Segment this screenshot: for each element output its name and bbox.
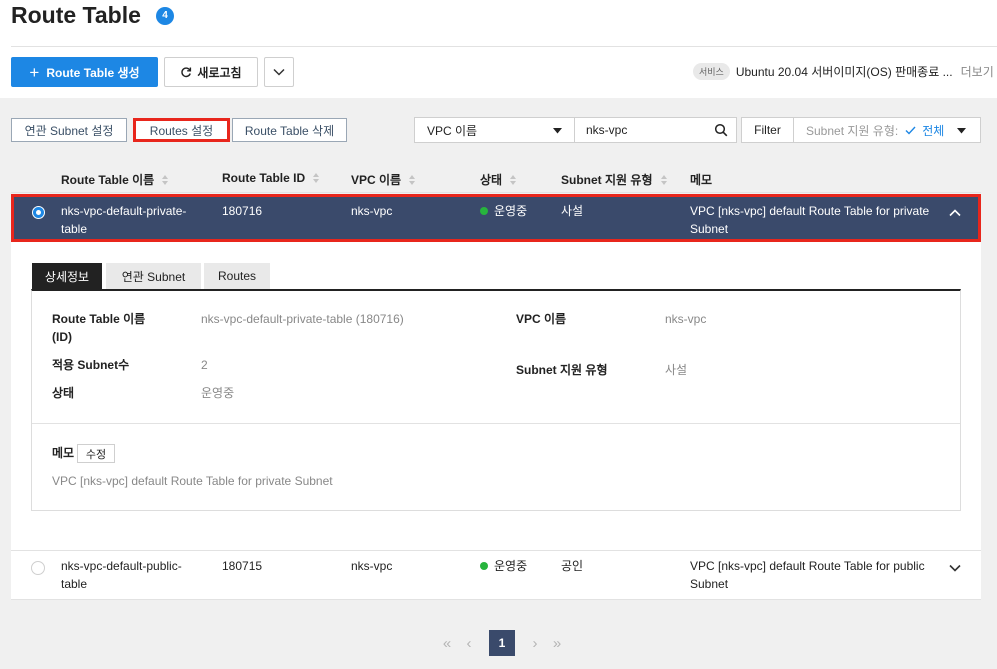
filter-type-label: Subnet 지원 유형: [806,123,899,138]
plus-icon: + [29,62,40,82]
tab-routes[interactable]: Routes [204,263,270,289]
service-notice[interactable]: 서비스 Ubuntu 20.04 서버이미지(OS) 판매종료 ... 더보기 [693,62,994,80]
next-page-icon[interactable]: › [524,635,546,652]
delete-route-table-button[interactable]: Route Table 삭제 [232,118,347,142]
tab-detail-info[interactable]: 상세정보 [32,263,102,289]
check-icon [905,126,916,135]
page-header: Route Table 4 + Route Table 생성 새로고침 서비스 … [0,0,997,98]
search-field-select[interactable]: VPC 이름 [414,117,575,143]
sort-icon [660,174,667,185]
row-subnet-type: 공인 [561,559,584,573]
sort-icon [162,174,169,185]
column-header-vpc[interactable]: VPC 이름 [351,171,416,188]
row-status: 운영중 [480,557,527,575]
status-label: 상태 [52,386,75,400]
route-table-name-label: Route Table 이름 (ID) [52,312,146,344]
column-header-id[interactable]: Route Table ID [222,171,320,185]
caret-down-icon [957,128,966,134]
notice-tag: 서비스 [693,62,730,80]
subnet-type-label: Subnet 지원 유형 [516,363,608,377]
pagination: « ‹ 1 › » [436,629,568,657]
search-input-value: nks-vpc [586,123,628,137]
row-vpc: nks-vpc [351,559,393,573]
subnet-settings-button[interactable]: 연관 Subnet 설정 [11,118,127,142]
row-radio[interactable] [31,561,45,575]
last-page-icon[interactable]: » [546,635,568,652]
page-title: Route Table [11,2,141,28]
memo-edit-button[interactable]: 수정 [77,444,115,463]
chevron-up-icon[interactable] [949,209,961,217]
subnet-type-filter[interactable]: Filter Subnet 지원 유형: 전체 [741,117,981,143]
vpc-name-value: nks-vpc [665,312,707,326]
row-radio-selected[interactable] [32,206,45,219]
column-header-subnet-type[interactable]: Subnet 지원 유형 [561,171,667,188]
refresh-icon [181,67,192,78]
detail-panel: 상세정보 연관 Subnet Routes Route Table 이름 (ID… [11,242,981,550]
row-status: 운영중 [480,202,527,220]
subnet-type-value: 사설 [665,363,688,377]
table-row[interactable]: nks-vpc-default-public- table 180715 nks… [11,550,981,600]
subnet-count-value: 2 [201,358,208,372]
status-dot-icon [480,562,488,570]
table-row[interactable]: nks-vpc-default-private- table 180716 nk… [11,194,981,242]
row-name: nks-vpc-default-private- table [61,204,187,236]
row-memo: VPC [nks-vpc] default Route Table for pu… [690,559,925,591]
memo-value: VPC [nks-vpc] default Route Table for pr… [52,474,333,488]
filter-value: 전체 [922,123,945,138]
row-vpc: nks-vpc [351,204,393,218]
table-header: Route Table 이름 Route Table ID VPC 이름 상태 … [11,163,981,193]
create-button-label: Route Table 생성 [46,65,140,80]
sort-icon [409,174,416,185]
refresh-button[interactable]: 새로고침 [164,57,258,87]
row-name: nks-vpc-default-public- table [61,559,182,591]
refresh-button-label: 새로고침 [197,65,242,80]
page-number-current[interactable]: 1 [489,630,515,656]
chevron-down-icon[interactable] [949,564,961,572]
tab-associated-subnet[interactable]: 연관 Subnet [106,263,201,289]
status-dot-icon [480,207,488,215]
count-badge: 4 [156,7,174,25]
subnet-count-label: 적용 Subnet수 [52,358,130,372]
row-id: 180716 [222,204,263,218]
notice-more-link[interactable]: 더보기 [961,63,994,80]
more-dropdown-button[interactable] [264,57,294,87]
divider [32,423,960,424]
status-value: 운영중 [201,386,235,400]
column-header-memo: 메모 [690,173,713,187]
prev-page-icon[interactable]: ‹ [458,635,480,652]
routes-settings-button[interactable]: Routes 설정 [133,118,230,142]
first-page-icon[interactable]: « [436,635,458,652]
sort-icon [510,174,517,185]
caret-down-icon [553,128,562,134]
search-input[interactable]: nks-vpc [574,117,737,143]
filter-label: Filter [742,118,794,142]
route-table-name-value: nks-vpc-default-private-table (180716) [201,312,404,326]
detail-info-box: Route Table 이름 (ID) nks-vpc-default-priv… [31,289,961,511]
memo-label: 메모 [52,446,75,460]
notice-text[interactable]: Ubuntu 20.04 서버이미지(OS) 판매종료 ... [736,63,953,80]
sort-icon [313,173,320,183]
column-header-status[interactable]: 상태 [480,171,517,188]
search-icon[interactable] [714,123,728,137]
search-field-value: VPC 이름 [427,123,478,138]
create-route-table-button[interactable]: + Route Table 생성 [11,57,158,87]
row-subnet-type: 사설 [561,204,584,218]
row-id: 180715 [222,559,263,573]
column-header-name[interactable]: Route Table 이름 [61,171,169,188]
header-divider [11,46,997,47]
row-memo: VPC [nks-vpc] default Route Table for pr… [690,204,930,236]
chevron-down-icon [273,68,285,76]
vpc-name-label: VPC 이름 [516,312,567,326]
